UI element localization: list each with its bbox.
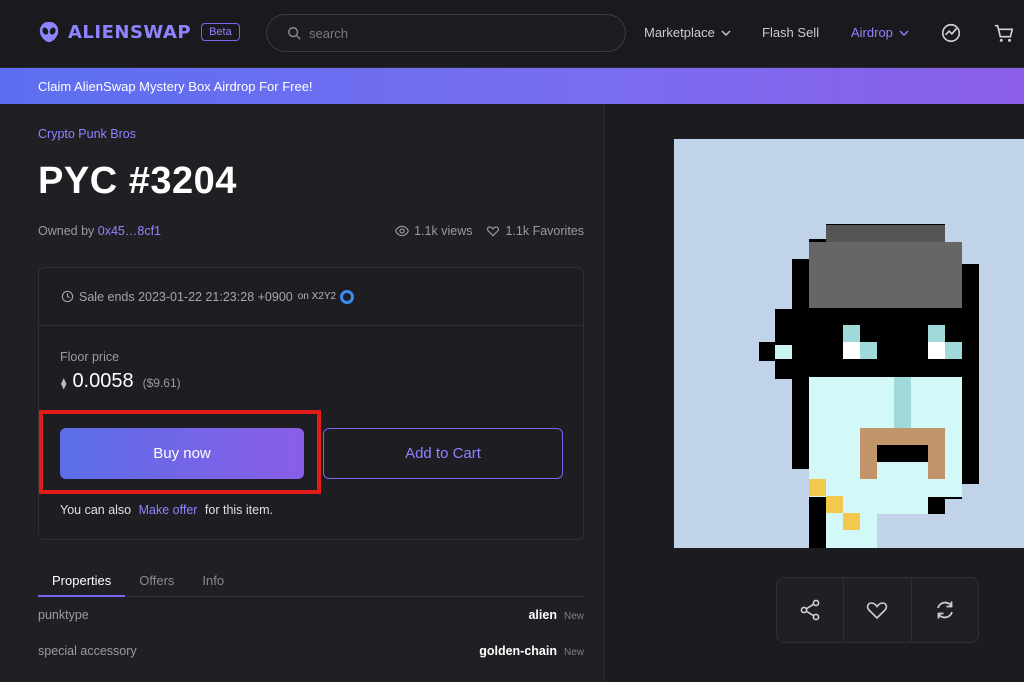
eye-icon — [395, 225, 410, 237]
chevron-down-icon — [899, 30, 909, 36]
floor-price-label: Floor price — [60, 350, 120, 364]
airdrop-banner[interactable]: Claim AlienSwap Mystery Box Airdrop For … — [0, 68, 1024, 104]
sale-ends-row: Sale ends 2023-01-22 21:23:28 +0900 on X… — [39, 268, 583, 326]
highlight-box — [39, 410, 321, 494]
floor-price-usd: ($9.61) — [142, 376, 181, 390]
property-value: golden-chain — [479, 644, 557, 658]
heart-icon — [487, 226, 500, 237]
nav-airdrop-label: Airdrop — [851, 25, 893, 40]
item-title: PYC #3204 — [38, 160, 237, 202]
item-action-bar — [776, 577, 979, 643]
marketplace-label: on X2Y2 — [297, 291, 337, 302]
nav-marketplace-label: Marketplace — [644, 25, 715, 40]
owner-line: Owned by 0x45…8cf1 — [38, 224, 161, 238]
tab-offers[interactable]: Offers — [125, 564, 188, 597]
favorites-stat: 1.1k Favorites — [486, 224, 584, 238]
property-key: punktype — [38, 608, 89, 622]
floor-price-value: 0.0058 — [72, 370, 134, 392]
alien-logo-icon — [39, 21, 59, 43]
new-badge: New — [563, 647, 584, 658]
favorites-count: 1.1k Favorites — [505, 224, 584, 238]
floor-price: ⧫ 0.0058 ($9.61) — [61, 370, 181, 393]
property-key: special accessory — [38, 644, 137, 658]
item-tabs: Properties Offers Info — [38, 564, 584, 597]
property-value: alien — [528, 608, 557, 622]
make-offer-line: You can also Make offer for this item. — [60, 503, 273, 517]
owned-by-label: Owned by — [38, 224, 95, 238]
views-stat: 1.1k views — [395, 224, 472, 238]
tab-properties[interactable]: Properties — [38, 564, 126, 597]
property-row: special accessory golden-chain New — [38, 644, 584, 658]
search-icon — [288, 27, 301, 40]
sale-ends-text: Sale ends 2023-01-22 21:23:28 +0900 — [79, 289, 293, 304]
share-icon — [800, 599, 820, 621]
nav-flash-sell[interactable]: Flash Sell — [762, 25, 819, 40]
chevron-down-icon — [721, 30, 731, 36]
also-suffix: for this item. — [204, 503, 273, 517]
beta-badge: Beta — [201, 23, 240, 41]
new-badge: New — [563, 611, 584, 622]
views-count: 1.1k views — [414, 224, 473, 238]
nav-airdrop[interactable]: Airdrop — [851, 25, 909, 40]
add-to-cart-button[interactable]: Add to Cart — [323, 428, 563, 479]
also-prefix: You can also — [60, 503, 132, 517]
top-header: ALIENSWAP Beta Marketplace Flash Sell Ai… — [0, 0, 1024, 68]
favorite-button[interactable] — [844, 578, 912, 642]
punk-artwork — [674, 139, 1024, 548]
logo-text: ALIENSWAP — [68, 21, 192, 43]
x2y2-logo-icon — [340, 289, 355, 304]
clock-icon — [61, 290, 74, 303]
nav-marketplace[interactable]: Marketplace — [644, 25, 731, 40]
heart-icon — [867, 602, 888, 620]
sale-card: Sale ends 2023-01-22 21:23:28 +0900 on X… — [38, 267, 584, 540]
share-button[interactable] — [777, 578, 845, 642]
search-bar[interactable] — [266, 14, 626, 52]
cart-icon[interactable] — [993, 22, 1015, 44]
nft-image[interactable] — [674, 139, 1024, 548]
nav-flash-sell-label: Flash Sell — [762, 25, 820, 40]
search-input[interactable] — [309, 25, 609, 41]
chart-icon[interactable] — [940, 22, 962, 44]
tab-info[interactable]: Info — [188, 564, 238, 597]
refresh-icon — [936, 601, 953, 619]
banner-text: Claim AlienSwap Mystery Box Airdrop For … — [38, 78, 313, 94]
owner-address-link[interactable]: 0x45…8cf1 — [98, 224, 161, 238]
refresh-button[interactable] — [912, 578, 978, 642]
collection-link[interactable]: Crypto Punk Bros — [38, 127, 136, 141]
logo[interactable]: ALIENSWAP Beta — [38, 21, 240, 43]
make-offer-link[interactable]: Make offer — [139, 503, 198, 517]
item-stats: 1.1k views 1.1k Favorites — [381, 224, 584, 238]
eth-icon: ⧫ — [61, 378, 67, 390]
property-row: punktype alien New — [38, 608, 584, 622]
